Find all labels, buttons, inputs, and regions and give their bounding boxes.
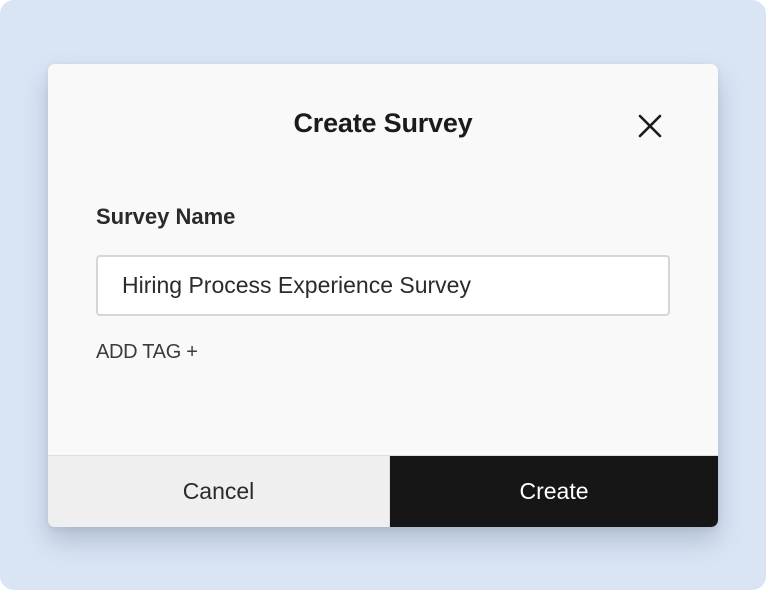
add-tag-link[interactable]: ADD TAG +: [96, 341, 198, 364]
survey-name-input[interactable]: [96, 255, 670, 316]
dialog-title: Create Survey: [293, 108, 473, 138]
close-icon: [638, 114, 662, 138]
close-button[interactable]: [634, 110, 666, 142]
survey-name-label: Survey Name: [96, 204, 236, 229]
cancel-button[interactable]: Cancel: [48, 456, 390, 527]
create-button[interactable]: Create: [390, 456, 718, 527]
dialog-footer: Cancel Create: [48, 455, 718, 527]
create-survey-dialog: Create Survey Survey Name ADD TAG + Canc…: [48, 64, 718, 527]
